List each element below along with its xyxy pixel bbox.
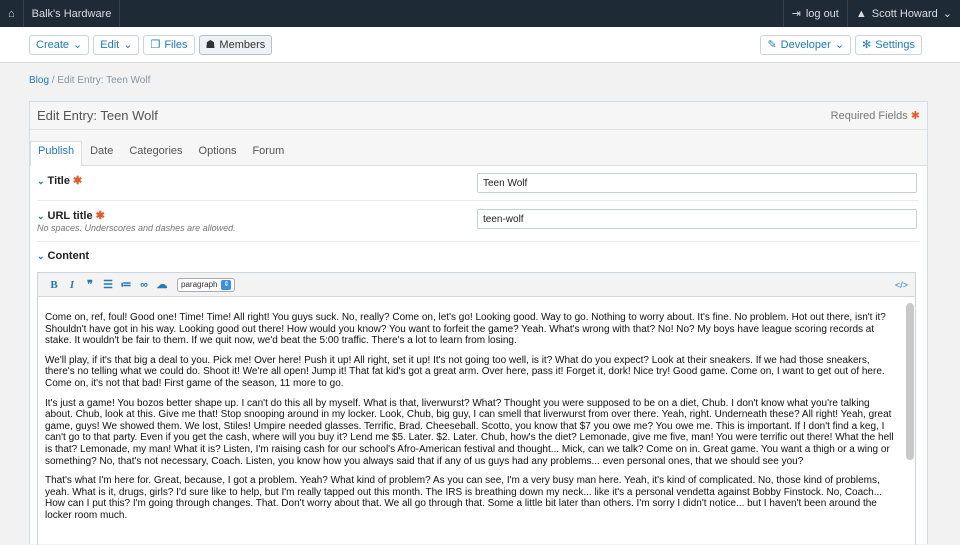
chevron-down-icon: ⌄ bbox=[834, 39, 845, 51]
tab-publish[interactable]: Publish bbox=[30, 141, 83, 166]
home-button[interactable]: ⌂ bbox=[0, 0, 24, 27]
content-paragraph: It's just a game! You bozos better shape… bbox=[45, 397, 894, 467]
files-button[interactable]: ❐ Files bbox=[143, 34, 195, 55]
tab-forum[interactable]: Forum bbox=[244, 141, 292, 165]
chevron-down-icon: ⌄ bbox=[73, 39, 83, 51]
create-button[interactable]: Create ⌄ bbox=[29, 34, 90, 55]
settings-button[interactable]: ✻ Settings bbox=[855, 34, 922, 55]
gear-icon: ✻ bbox=[862, 39, 872, 51]
format-select[interactable]: paragraph ⇕ bbox=[177, 277, 236, 292]
user-icon: ▲ bbox=[855, 7, 867, 20]
chevron-down-icon: ⌄ bbox=[123, 39, 133, 51]
url-title-input[interactable]: teen-wolf bbox=[477, 209, 917, 229]
site-name-link[interactable]: Balk's Hardware bbox=[24, 0, 121, 27]
required-star-icon: ✱ bbox=[95, 210, 105, 222]
required-fields-note: Required Fields ✱ bbox=[830, 110, 920, 122]
members-button[interactable]: ☗ Members bbox=[198, 34, 273, 55]
chevron-down-icon[interactable]: ⌄ bbox=[37, 211, 45, 221]
chevron-down-icon[interactable]: ⌄ bbox=[37, 176, 45, 186]
title-field: ⌄ Title ✱ Teen Wolf bbox=[37, 168, 919, 201]
breadcrumb-blog-link[interactable]: Blog bbox=[29, 75, 49, 86]
content-label: ⌄ Content bbox=[37, 250, 90, 262]
developer-button[interactable]: ✎ Developer ⌄ bbox=[760, 34, 852, 55]
select-arrow-icon: ⇕ bbox=[221, 279, 232, 290]
title-input[interactable]: Teen Wolf bbox=[477, 173, 917, 193]
page-title: Edit Entry: Teen Wolf bbox=[37, 108, 158, 123]
logout-icon: ⇥ bbox=[791, 8, 801, 20]
tab-options[interactable]: Options bbox=[191, 141, 245, 165]
editor-content[interactable]: Come on, ref, foul! Good one! Time! Time… bbox=[38, 297, 902, 545]
bullet-list-icon[interactable]: ☰ bbox=[99, 278, 117, 291]
editor-toolbar: B I ❞ ☰ ≔ ∞ ☁ paragraph ⇕ </> bbox=[38, 273, 915, 297]
files-icon: ❐ bbox=[150, 39, 161, 51]
quote-icon[interactable]: ❞ bbox=[81, 278, 99, 291]
breadcrumb: Blog / Edit Entry: Teen Wolf bbox=[0, 63, 960, 86]
upload-cloud-icon[interactable]: ☁ bbox=[153, 278, 171, 291]
wrench-icon: ✎ bbox=[767, 39, 777, 51]
entry-tabs: Publish Date Categories Options Forum bbox=[30, 130, 927, 166]
url-title-field: ⌄ URL title ✱ No spaces. Underscores and … bbox=[37, 202, 919, 242]
content-paragraph: We'll play, if it's that big a deal to y… bbox=[45, 354, 885, 389]
tab-categories[interactable]: Categories bbox=[121, 141, 190, 165]
link-icon[interactable]: ∞ bbox=[135, 279, 153, 291]
tab-date[interactable]: Date bbox=[82, 141, 121, 165]
user-menu[interactable]: ▲ Scott Howard ⌄ bbox=[846, 0, 960, 27]
bold-icon[interactable]: B bbox=[45, 279, 63, 291]
logout-link[interactable]: ⇥ log out bbox=[782, 0, 847, 27]
main-toolbar: Create ⌄ Edit ⌄ ❐ Files ☗ Members ✎ Developer… bbox=[0, 27, 960, 63]
numbered-list-icon[interactable]: ≔ bbox=[117, 278, 135, 291]
required-star-icon: ✱ bbox=[910, 110, 920, 122]
members-icon: ☗ bbox=[205, 39, 216, 51]
chevron-down-icon: ⌄ bbox=[942, 8, 952, 20]
rich-text-editor: B I ❞ ☰ ≔ ∞ ☁ paragraph ⇕ </> Come on, re… bbox=[37, 272, 916, 545]
breadcrumb-current: / Edit Entry: Teen Wolf bbox=[51, 75, 151, 86]
editor-scrollbar[interactable] bbox=[906, 303, 914, 460]
content-field: ⌄ Content bbox=[37, 250, 919, 270]
content-paragraph: That's what I'm here for. Great, because… bbox=[45, 475, 883, 521]
chevron-down-icon[interactable]: ⌄ bbox=[37, 251, 45, 261]
edit-entry-panel: Edit Entry: Teen Wolf Required Fields ✱ … bbox=[29, 101, 928, 545]
panel-header: Edit Entry: Teen Wolf Required Fields ✱ bbox=[30, 102, 927, 130]
top-bar: ⌂ Balk's Hardware ⇥ log out ▲ Scott Howard… bbox=[0, 0, 960, 27]
required-star-icon: ✱ bbox=[73, 175, 83, 187]
italic-icon[interactable]: I bbox=[63, 279, 81, 291]
home-icon: ⌂ bbox=[8, 7, 15, 20]
content-paragraph: Come on, ref, foul! Good one! Time! Time… bbox=[45, 312, 886, 347]
edit-button[interactable]: Edit ⌄ bbox=[93, 34, 140, 55]
code-view-icon[interactable]: </> bbox=[895, 280, 908, 290]
